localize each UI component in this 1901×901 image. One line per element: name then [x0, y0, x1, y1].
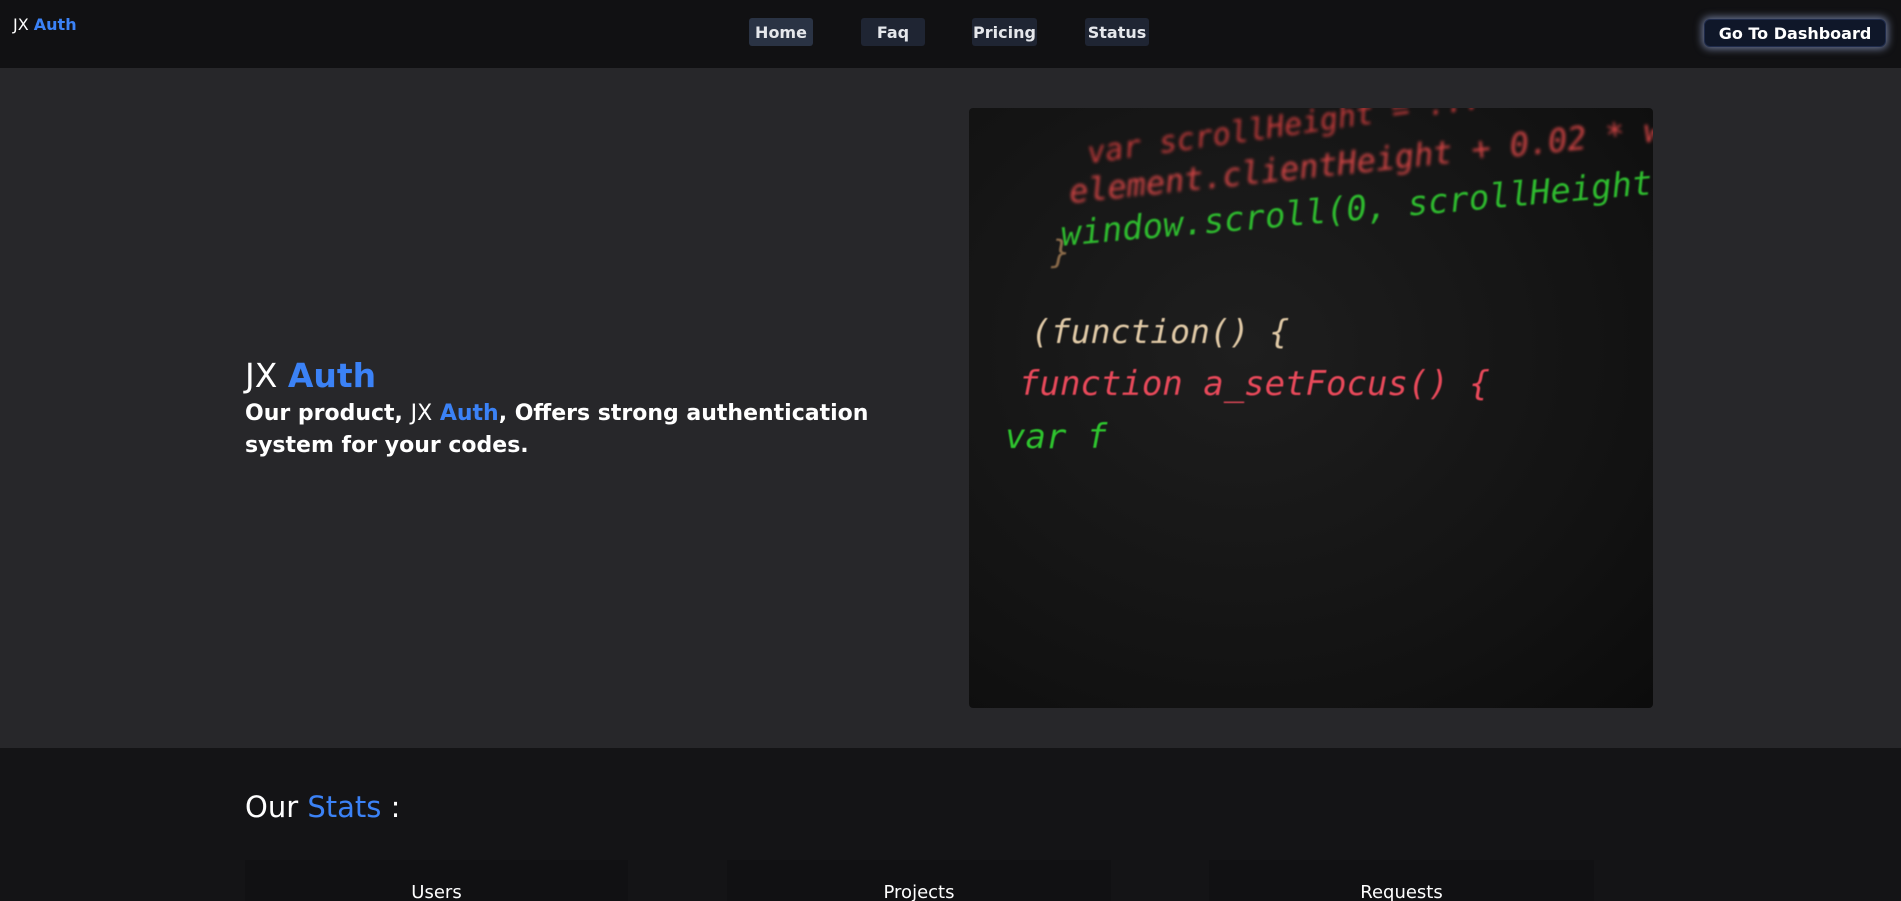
nav-faq-button[interactable]: Faq: [861, 18, 925, 46]
navbar: JX Auth Home Faq Pricing Status Go To Da…: [0, 0, 1901, 68]
hero-desc-product: JX: [410, 401, 433, 426]
hero-title: JX Auth: [245, 356, 376, 395]
hero-section: JX Auth Our product, JX Auth, Offers str…: [0, 68, 1901, 748]
stat-card-users: Users: [245, 860, 628, 901]
stat-card-projects: Projects: [727, 860, 1111, 901]
hero-title-main: JX: [245, 356, 278, 395]
stats-section: Our Stats : Users Projects Requests: [0, 748, 1901, 901]
stat-label-projects: Projects: [883, 882, 955, 901]
brand-accent: Auth: [33, 15, 77, 34]
stats-title-prefix: Our: [245, 790, 299, 824]
stat-card-requests: Requests: [1209, 860, 1594, 901]
brand-logo[interactable]: JX Auth: [13, 15, 77, 34]
hero-title-accent: Auth: [287, 356, 377, 395]
nav-status-button[interactable]: Status: [1085, 18, 1149, 46]
code-line-4: }: [1050, 233, 1070, 271]
hero-desc-product-accent: Auth: [439, 401, 499, 426]
code-line-6: function a_setFocus() {: [1019, 364, 1490, 404]
hero-desc-prefix: Our product,: [245, 401, 411, 426]
stats-title-accent: Stats: [307, 790, 382, 824]
hero-description: Our product, JX Auth, Offers strong auth…: [245, 398, 905, 462]
nav-pricing-button[interactable]: Pricing: [972, 18, 1037, 46]
stats-title: Our Stats :: [245, 790, 400, 824]
go-to-dashboard-button[interactable]: Go To Dashboard: [1704, 19, 1886, 47]
code-line-7: var f: [1005, 417, 1108, 457]
code-line-5: (function() {: [1031, 312, 1289, 351]
stats-title-suffix: :: [390, 790, 401, 824]
brand-name: JX: [13, 15, 29, 34]
nav-home-button[interactable]: Home: [749, 18, 813, 46]
code-screenshot-image: var scrollHeight = ... element.clientHei…: [969, 108, 1653, 708]
stat-label-users: Users: [411, 882, 462, 901]
stat-label-requests: Requests: [1360, 882, 1443, 901]
code-image-art: var scrollHeight = ... element.clientHei…: [1005, 108, 1653, 457]
